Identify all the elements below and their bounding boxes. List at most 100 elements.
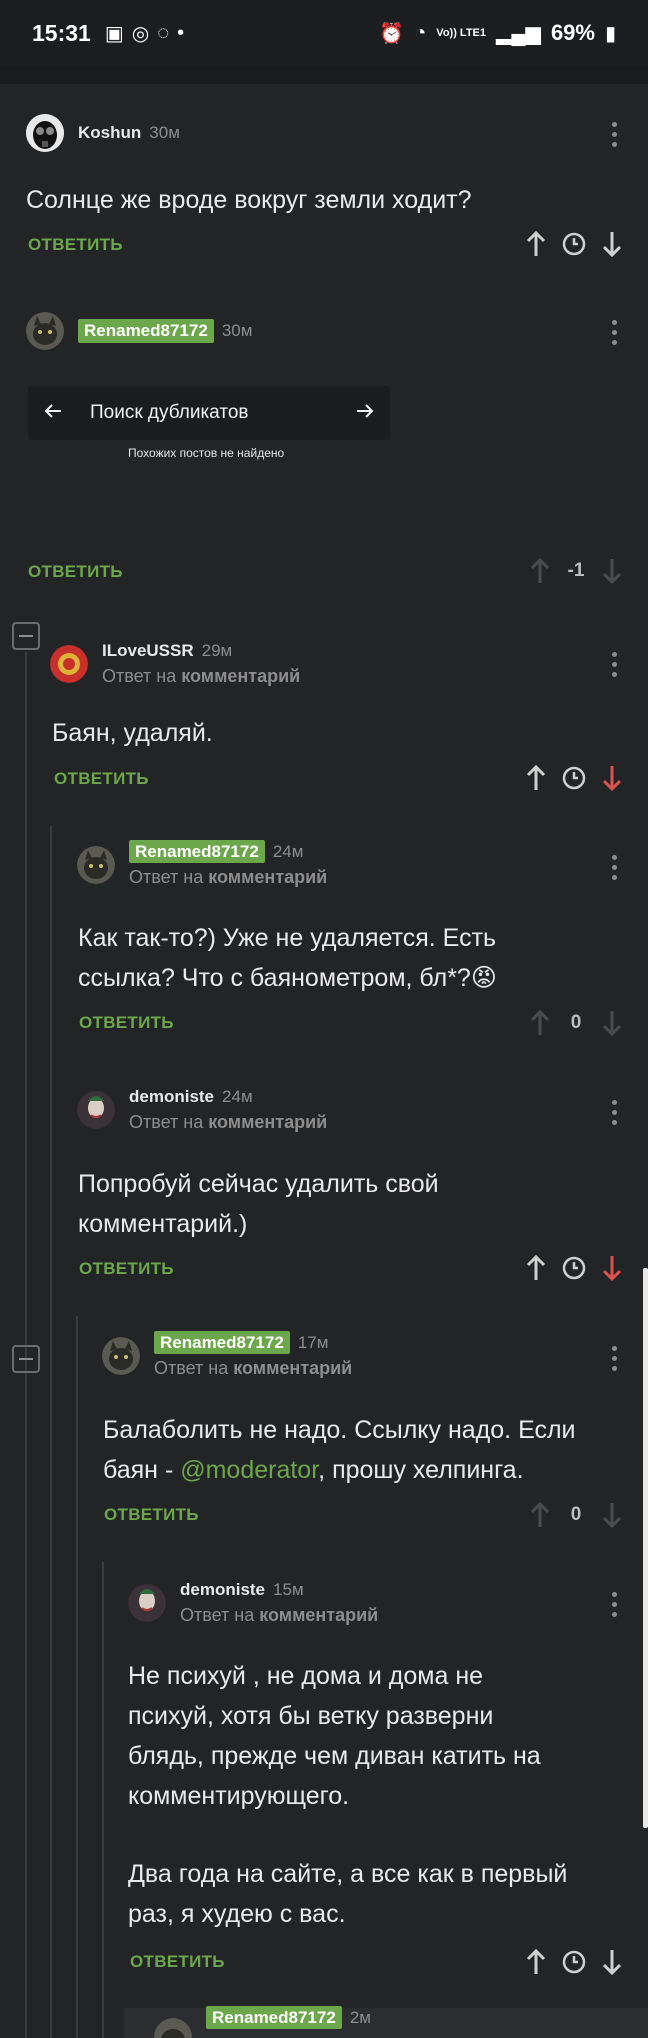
comment-header: Renamed87172 24м Ответ на комментарий	[77, 840, 327, 888]
reply-to-prefix: Ответ на	[180, 1605, 255, 1625]
signal-label: Vo)) LTE1	[436, 27, 486, 39]
avatar[interactable]	[154, 2018, 192, 2038]
avatar[interactable]	[102, 1337, 140, 1375]
cat-avatar-icon	[154, 2018, 192, 2038]
avatar[interactable]	[128, 1584, 166, 1622]
clock-icon[interactable]	[560, 763, 588, 793]
reply-to-prefix: Ответ на	[129, 1112, 204, 1132]
upvote-icon[interactable]	[526, 1008, 554, 1038]
clock-icon[interactable]	[560, 1253, 588, 1283]
reply-button[interactable]: ОТВЕТИТЬ	[54, 769, 149, 789]
upvote-icon[interactable]	[526, 556, 554, 586]
reply-to-link[interactable]: комментарий	[259, 1605, 378, 1625]
cat-avatar-icon	[102, 1337, 140, 1375]
vote-controls: 0	[526, 1500, 626, 1530]
reply-to-link[interactable]: комментарий	[208, 867, 327, 887]
joker-avatar-icon	[128, 1584, 166, 1622]
more-options-icon[interactable]	[612, 1100, 618, 1125]
reply-to: Ответ на комментарий	[154, 1358, 352, 1379]
reply-button[interactable]: ОТВЕТИТЬ	[79, 1013, 174, 1033]
comment-time: 30м	[149, 123, 180, 142]
comment-line: Балаболить не надо. Ссылку надо. Если	[103, 1416, 576, 1444]
clock-icon[interactable]	[560, 229, 588, 259]
comment-line: Попробуй сейчас удалить свой	[78, 1170, 439, 1198]
reply-to-prefix: Ответ на	[129, 867, 204, 887]
username-badge[interactable]: Renamed87172	[154, 1331, 290, 1354]
mention-link[interactable]: @moderator	[180, 1456, 318, 1484]
more-options-icon[interactable]	[612, 122, 618, 147]
notification-icons: ▣ ◎ ◌ •	[105, 21, 184, 46]
comment-header: Koshun 30м	[26, 114, 180, 152]
upvote-icon[interactable]	[522, 763, 550, 793]
duplicates-empty-text: Похожих постов не найдено	[128, 446, 285, 460]
avatar[interactable]	[77, 1091, 115, 1129]
vote-controls	[522, 763, 626, 793]
reply-to-link[interactable]: комментарий	[208, 1112, 327, 1132]
reply-to-link[interactable]: комментарий	[181, 666, 300, 686]
comment-line: Как так-то?) Уже не удаляется. Есть	[78, 924, 497, 952]
reply-to-prefix: Ответ на	[102, 666, 177, 686]
more-dot-icon: •	[177, 21, 185, 44]
reply-to: Ответ на комментарий	[129, 1112, 327, 1133]
arrow-left-icon[interactable]	[44, 403, 62, 424]
downvote-icon[interactable]	[598, 1253, 626, 1283]
username[interactable]: demoniste	[180, 1580, 265, 1599]
username-badge[interactable]: Renamed87172	[78, 319, 214, 343]
avatar[interactable]	[26, 312, 64, 350]
battery-level: 69%	[550, 20, 595, 45]
downvote-icon[interactable]	[598, 1500, 626, 1530]
upvote-icon[interactable]	[522, 1947, 550, 1977]
comment-time: 24м	[272, 842, 304, 861]
comment-header: ILoveUSSR 29м Ответ на комментарий	[50, 641, 300, 687]
reply-button[interactable]: ОТВЕТИТЬ	[28, 562, 123, 582]
comment-text: Попробуй сейчас удалить свой комментарий…	[78, 1164, 439, 1244]
downvote-icon[interactable]	[598, 1008, 626, 1038]
comment-score: -1	[567, 560, 585, 581]
downvote-icon[interactable]	[598, 556, 626, 586]
username[interactable]: ILoveUSSR	[102, 641, 194, 660]
username-badge[interactable]: Renamed87172	[206, 2006, 342, 2029]
scrollbar[interactable]	[643, 1268, 648, 1828]
arrow-right-icon[interactable]	[356, 403, 374, 424]
downvote-icon[interactable]	[598, 229, 626, 259]
vote-controls	[522, 1253, 626, 1283]
avatar[interactable]	[77, 846, 115, 884]
collapse-thread-button[interactable]	[12, 1345, 40, 1373]
username[interactable]: demoniste	[129, 1087, 214, 1106]
reply-button[interactable]: ОТВЕТИТЬ	[28, 235, 123, 255]
upvote-icon[interactable]	[526, 1500, 554, 1530]
collapse-thread-button[interactable]	[12, 622, 40, 650]
vote-controls	[522, 229, 626, 259]
comment-time: 17м	[297, 1333, 329, 1352]
username[interactable]: Koshun	[78, 123, 141, 143]
vote-controls	[522, 1947, 626, 1977]
comment-line-end: , прошу хелпинга.	[318, 1456, 524, 1484]
clock-icon[interactable]	[560, 1947, 588, 1977]
ussr-emblem-icon	[50, 645, 88, 683]
comment-time: 29м	[201, 641, 233, 660]
reply-button[interactable]: ОТВЕТИТЬ	[104, 1505, 199, 1525]
more-options-icon[interactable]	[612, 1346, 618, 1371]
comment-header: Renamed87172 30м	[26, 312, 252, 350]
more-options-icon[interactable]	[612, 1592, 618, 1617]
thread-line	[76, 1316, 78, 2038]
more-options-icon[interactable]	[612, 320, 618, 345]
avatar[interactable]	[26, 114, 64, 152]
reply-to-link[interactable]: комментарий	[233, 1358, 352, 1378]
duplicates-title: Поиск дубликатов	[90, 402, 249, 423]
upvote-icon[interactable]	[522, 229, 550, 259]
avatar[interactable]	[50, 645, 88, 683]
reply-button[interactable]: ОТВЕТИТЬ	[79, 1259, 174, 1279]
username-badge[interactable]: Renamed87172	[129, 840, 265, 863]
reply-button[interactable]: ОТВЕТИТЬ	[130, 1952, 225, 1972]
more-options-icon[interactable]	[612, 652, 618, 677]
downvote-icon[interactable]	[598, 763, 626, 793]
comment-line	[128, 1816, 567, 1854]
comment-line: комментирующего.	[128, 1782, 350, 1810]
cat-avatar-icon	[77, 846, 115, 884]
upvote-icon[interactable]	[522, 1253, 550, 1283]
gasmask-icon	[26, 114, 64, 152]
downvote-icon[interactable]	[598, 1947, 626, 1977]
comment-line: психуй, хотя бы ветку разверни	[128, 1702, 494, 1730]
more-options-icon[interactable]	[612, 855, 618, 880]
